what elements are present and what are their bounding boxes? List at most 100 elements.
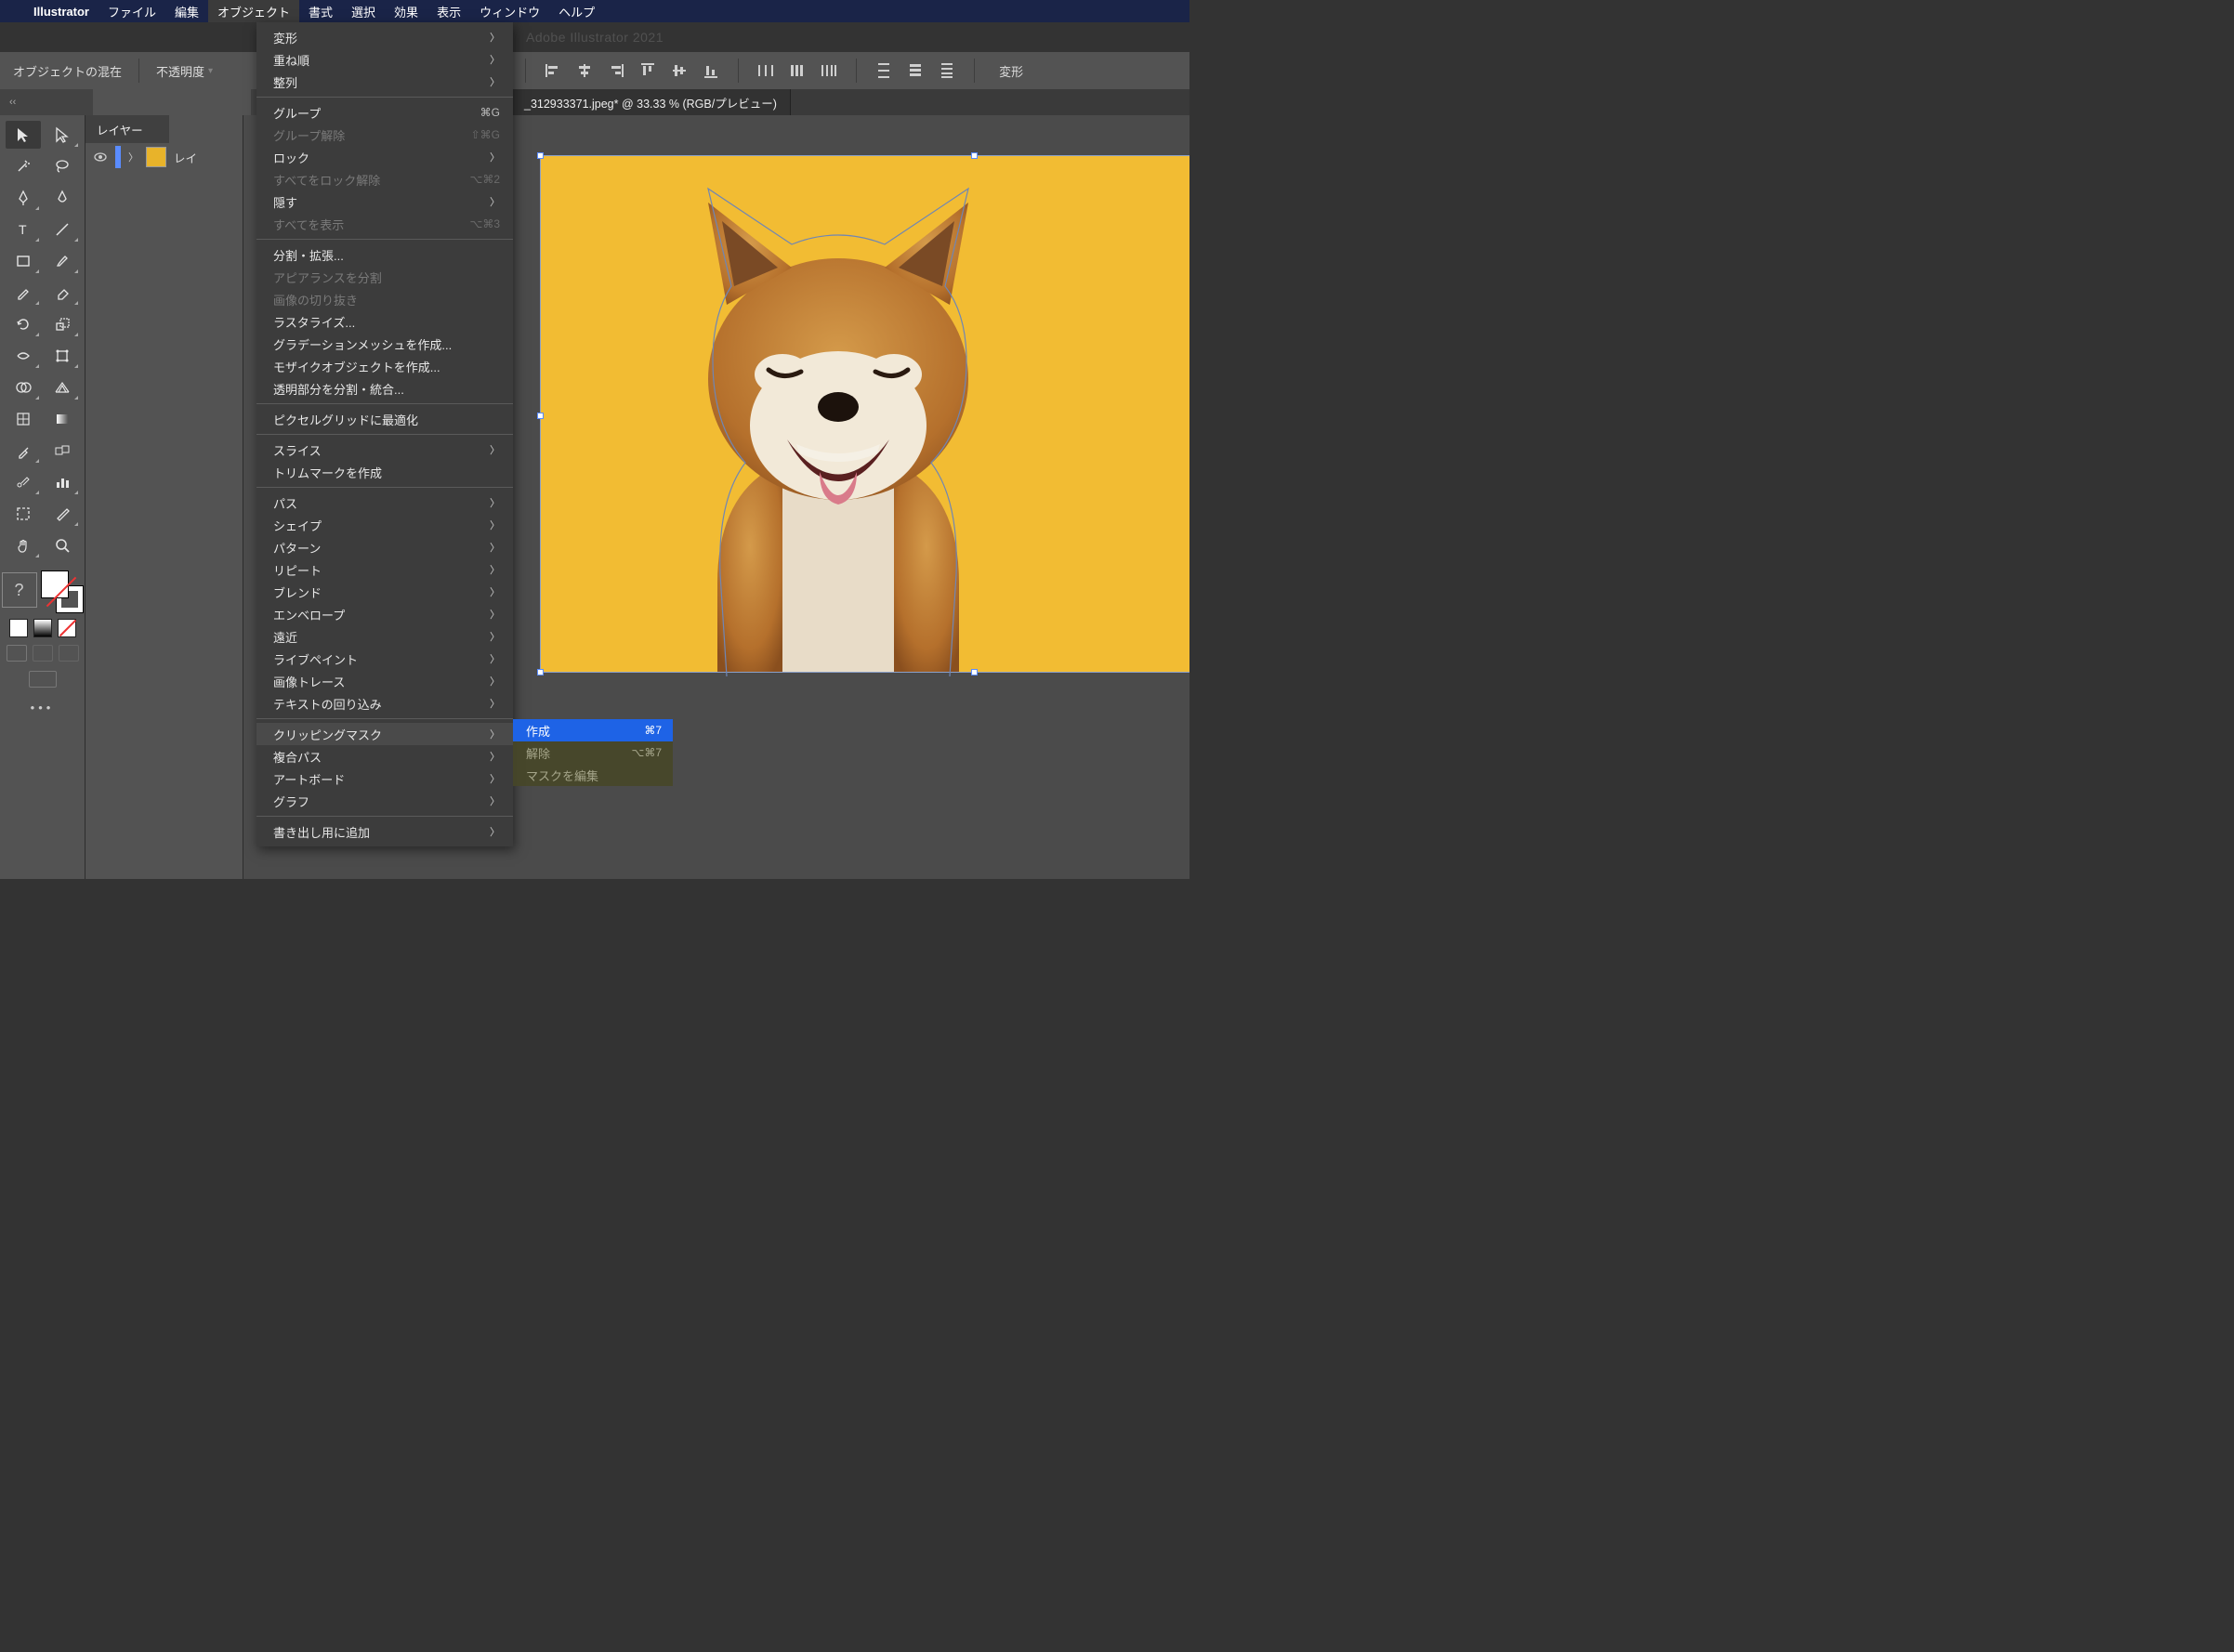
help-tool[interactable]: ? bbox=[2, 572, 37, 608]
draw-normal[interactable] bbox=[7, 645, 27, 662]
column-graph-tool[interactable] bbox=[45, 468, 80, 496]
free-transform-tool[interactable] bbox=[45, 342, 80, 370]
width-tool[interactable] bbox=[6, 342, 41, 370]
document-tab[interactable]: _312933371.jpeg* @ 33.33 % (RGB/プレビュー) bbox=[511, 89, 791, 115]
align-top-icon[interactable] bbox=[637, 60, 658, 81]
artboard-tool[interactable] bbox=[6, 500, 41, 528]
menu-item[interactable]: エンベロープ〉 bbox=[256, 603, 513, 625]
layers-panel-tab[interactable]: レイヤー bbox=[85, 115, 169, 143]
menu-item[interactable]: 書き出し用に追加〉 bbox=[256, 820, 513, 843]
rotate-tool[interactable] bbox=[6, 310, 41, 338]
distribute-h1-icon[interactable] bbox=[756, 60, 776, 81]
menu-item[interactable]: グラフ〉 bbox=[256, 790, 513, 812]
mesh-tool[interactable] bbox=[6, 405, 41, 433]
draw-inside[interactable] bbox=[59, 645, 79, 662]
menu-effect[interactable]: 効果 bbox=[385, 0, 427, 22]
hand-tool[interactable] bbox=[6, 531, 41, 559]
layer-row[interactable]: 〉 レイ bbox=[85, 143, 243, 171]
menu-item[interactable]: 透明部分を分割・統合... bbox=[256, 377, 513, 400]
expand-icon[interactable]: 〉 bbox=[128, 150, 138, 164]
eyedropper-tool[interactable] bbox=[6, 437, 41, 465]
align-hcenter-icon[interactable] bbox=[574, 60, 595, 81]
menu-item[interactable]: テキストの回り込み〉 bbox=[256, 692, 513, 715]
menu-item[interactable]: ラスタライズ... bbox=[256, 310, 513, 333]
shape-builder-tool[interactable] bbox=[6, 374, 41, 401]
type-tool[interactable]: T bbox=[6, 216, 41, 243]
app-name[interactable]: Illustrator bbox=[24, 5, 99, 19]
direct-selection-tool[interactable] bbox=[45, 121, 80, 149]
menu-item[interactable]: 重ね順〉 bbox=[256, 48, 513, 71]
menu-select[interactable]: 選択 bbox=[342, 0, 385, 22]
menu-object[interactable]: オブジェクト bbox=[208, 0, 299, 22]
menu-item[interactable]: 隠す〉 bbox=[256, 190, 513, 213]
layer-name[interactable]: レイ bbox=[174, 149, 197, 166]
line-tool[interactable] bbox=[45, 216, 80, 243]
distribute-h3-icon[interactable] bbox=[819, 60, 839, 81]
menu-item[interactable]: 遠近〉 bbox=[256, 625, 513, 648]
menu-item[interactable]: 分割・拡張... bbox=[256, 243, 513, 266]
menu-help[interactable]: ヘルプ bbox=[549, 0, 604, 22]
menu-item[interactable]: ライブペイント〉 bbox=[256, 648, 513, 670]
clipping-path-outline[interactable] bbox=[624, 175, 1061, 676]
lasso-tool[interactable] bbox=[45, 152, 80, 180]
align-vcenter-icon[interactable] bbox=[669, 60, 690, 81]
menu-item[interactable]: シェイプ〉 bbox=[256, 514, 513, 536]
menu-item[interactable]: トリムマークを作成 bbox=[256, 461, 513, 483]
transform-dropdown[interactable]: 変形 bbox=[999, 62, 1023, 80]
menu-item[interactable]: グラデーションメッシュを作成... bbox=[256, 333, 513, 355]
menu-item[interactable]: クリッピングマスク〉 bbox=[256, 723, 513, 745]
align-right-icon[interactable] bbox=[606, 60, 626, 81]
menu-item[interactable]: パス〉 bbox=[256, 492, 513, 514]
distribute-h2-icon[interactable] bbox=[787, 60, 808, 81]
distribute-v3-icon[interactable] bbox=[937, 60, 957, 81]
scale-tool[interactable] bbox=[45, 310, 80, 338]
draw-behind[interactable] bbox=[33, 645, 53, 662]
symbol-sprayer-tool[interactable] bbox=[6, 468, 41, 496]
perspective-tool[interactable] bbox=[45, 374, 80, 401]
rectangle-tool[interactable] bbox=[6, 247, 41, 275]
color-mode-solid[interactable] bbox=[9, 619, 28, 637]
paintbrush-tool[interactable] bbox=[45, 247, 80, 275]
menu-item[interactable]: 整列〉 bbox=[256, 71, 513, 93]
menu-item[interactable]: ロック〉 bbox=[256, 146, 513, 168]
color-mode-gradient[interactable] bbox=[33, 619, 52, 637]
curvature-tool[interactable] bbox=[45, 184, 80, 212]
menu-view[interactable]: 表示 bbox=[427, 0, 470, 22]
screen-mode[interactable] bbox=[29, 671, 57, 688]
pen-tool[interactable] bbox=[6, 184, 41, 212]
blend-tool[interactable] bbox=[45, 437, 80, 465]
fill-stroke-swatch[interactable] bbox=[41, 570, 84, 613]
menu-type[interactable]: 書式 bbox=[299, 0, 342, 22]
menu-item[interactable]: 変形〉 bbox=[256, 26, 513, 48]
eraser-tool[interactable] bbox=[45, 279, 80, 307]
magic-wand-tool[interactable] bbox=[6, 152, 41, 180]
color-mode-none[interactable] bbox=[58, 619, 76, 637]
selection-tool[interactable] bbox=[6, 121, 41, 149]
slice-tool[interactable] bbox=[45, 500, 80, 528]
artboard[interactable] bbox=[541, 156, 1189, 672]
menu-file[interactable]: ファイル bbox=[99, 0, 165, 22]
menu-edit[interactable]: 編集 bbox=[165, 0, 208, 22]
submenu-item[interactable]: 作成⌘7 bbox=[513, 719, 673, 741]
visibility-icon[interactable] bbox=[93, 150, 108, 164]
align-bottom-icon[interactable] bbox=[701, 60, 721, 81]
menu-item[interactable]: グループ⌘G bbox=[256, 101, 513, 124]
menu-item[interactable]: 画像トレース〉 bbox=[256, 670, 513, 692]
edit-toolbar-icon[interactable]: ••• bbox=[31, 701, 55, 715]
pencil-tool[interactable] bbox=[6, 279, 41, 307]
menu-item[interactable]: 複合パス〉 bbox=[256, 745, 513, 767]
align-left-icon[interactable] bbox=[543, 60, 563, 81]
menu-item[interactable]: アートボード〉 bbox=[256, 767, 513, 790]
opacity-dropdown[interactable]: 不透明度 ▾ bbox=[156, 62, 213, 80]
menu-item[interactable]: スライス〉 bbox=[256, 439, 513, 461]
menu-item[interactable]: パターン〉 bbox=[256, 536, 513, 558]
menu-item[interactable]: モザイクオブジェクトを作成... bbox=[256, 355, 513, 377]
distribute-v1-icon[interactable] bbox=[874, 60, 894, 81]
menu-item[interactable]: ピクセルグリッドに最適化 bbox=[256, 408, 513, 430]
menu-item[interactable]: ブレンド〉 bbox=[256, 581, 513, 603]
gradient-tool[interactable] bbox=[45, 405, 80, 433]
menu-window[interactable]: ウィンドウ bbox=[470, 0, 549, 22]
menu-item[interactable]: リピート〉 bbox=[256, 558, 513, 581]
distribute-v2-icon[interactable] bbox=[905, 60, 926, 81]
zoom-tool[interactable] bbox=[45, 531, 80, 559]
